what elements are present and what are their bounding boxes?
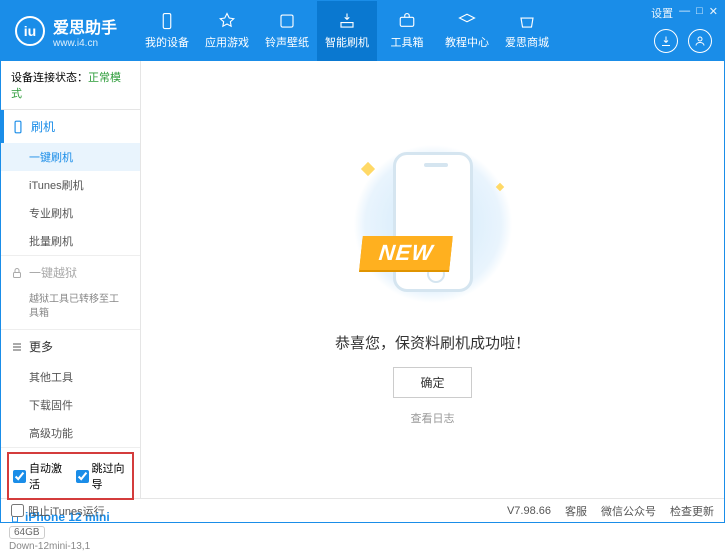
sidebar-pro-flash[interactable]: 专业刷机 (1, 199, 140, 227)
nav-tutorials[interactable]: 教程中心 (437, 1, 497, 61)
block-itunes-checkbox[interactable]: 阻止iTunes运行 (11, 503, 105, 519)
nav-toolbox[interactable]: 工具箱 (377, 1, 437, 61)
logo-area: iu 爱思助手 www.i4.cn (1, 14, 131, 49)
device-model: Down-12mini-13,1 (9, 541, 132, 552)
auto-activate-checkbox[interactable]: 自动激活 (13, 460, 66, 492)
options-box: 自动激活 跳过向导 (7, 452, 134, 500)
download-icon[interactable] (654, 29, 678, 53)
window-controls: 设置 — □ ✕ (651, 5, 718, 21)
sidebar-one-click-flash[interactable]: 一键刷机 (1, 143, 140, 171)
sidebar-download-firmware[interactable]: 下载固件 (1, 391, 140, 419)
nav-store[interactable]: 爱思商城 (497, 1, 557, 61)
success-illustration: NEW (343, 144, 523, 314)
sidebar-jailbreak-head: 一键越狱 (1, 256, 140, 289)
ok-button[interactable]: 确定 (393, 367, 471, 398)
new-ribbon: NEW (359, 236, 453, 270)
app-header: iu 爱思助手 www.i4.cn 我的设备 应用游戏 铃声壁纸 智能刷机 工具… (1, 1, 724, 61)
customer-service-link[interactable]: 客服 (565, 503, 587, 519)
nav-ringtone-wallpaper[interactable]: 铃声壁纸 (257, 1, 317, 61)
main-content: NEW 恭喜您，保资料刷机成功啦！ 确定 查看日志 (141, 61, 724, 498)
menu-icon (11, 341, 23, 353)
version-label: V7.98.66 (507, 505, 551, 517)
lock-icon (11, 267, 23, 279)
skip-guide-checkbox[interactable]: 跳过向导 (76, 460, 129, 492)
view-log-link[interactable]: 查看日志 (411, 410, 455, 426)
jailbreak-note: 越狱工具已转移至工具箱 (29, 293, 120, 321)
check-update-link[interactable]: 检查更新 (670, 503, 714, 519)
header-actions (654, 29, 712, 53)
sidebar-more-head[interactable]: 更多 (1, 330, 140, 363)
success-message: 恭喜您，保资料刷机成功啦！ (335, 332, 530, 353)
main-nav: 我的设备 应用游戏 铃声壁纸 智能刷机 工具箱 教程中心 爱思商城 (137, 1, 557, 61)
wechat-link[interactable]: 微信公众号 (601, 503, 656, 519)
nav-my-device[interactable]: 我的设备 (137, 1, 197, 61)
storage-badge: 64GB (9, 526, 45, 539)
sidebar-batch-flash[interactable]: 批量刷机 (1, 227, 140, 255)
phone-icon (11, 120, 25, 134)
sidebar-other-tools[interactable]: 其他工具 (1, 363, 140, 391)
maximize-button[interactable]: □ (696, 5, 703, 21)
sidebar-itunes-flash[interactable]: iTunes刷机 (1, 171, 140, 199)
nav-apps-games[interactable]: 应用游戏 (197, 1, 257, 61)
sidebar-advanced[interactable]: 高级功能 (1, 419, 140, 447)
sidebar: 设备连接状态：正常模式 刷机 一键刷机 iTunes刷机 专业刷机 批量刷机 一… (1, 61, 141, 498)
settings-button[interactable]: 设置 (651, 5, 673, 21)
sidebar-flash-head[interactable]: 刷机 (1, 110, 140, 143)
close-button[interactable]: ✕ (709, 5, 718, 21)
minimize-button[interactable]: — (679, 5, 690, 21)
nav-smart-flash[interactable]: 智能刷机 (317, 1, 377, 61)
logo-icon: iu (15, 16, 45, 46)
app-url: www.i4.cn (53, 38, 117, 49)
device-status: 设备连接状态：正常模式 (1, 61, 140, 110)
app-name: 爱思助手 (53, 14, 117, 38)
user-icon[interactable] (688, 29, 712, 53)
